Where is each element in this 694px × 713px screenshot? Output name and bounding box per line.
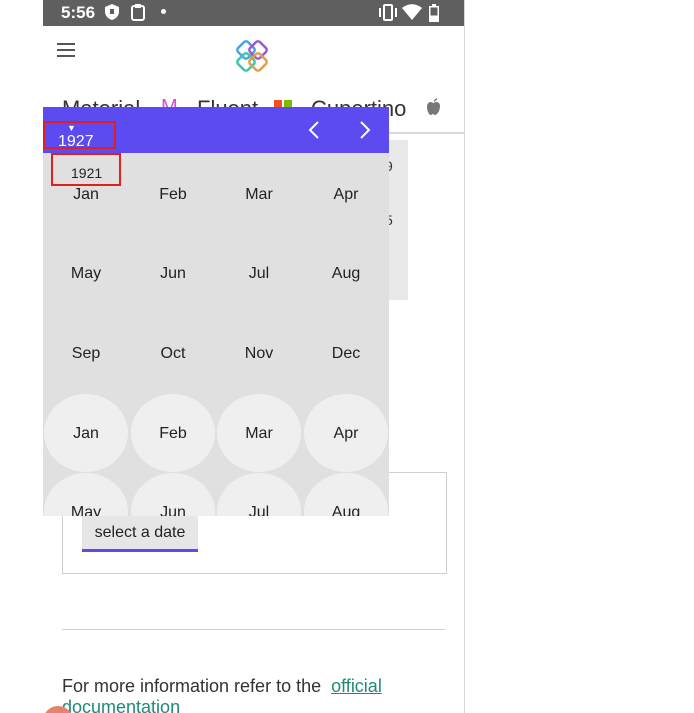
select-date-button[interactable]: select a date [82,516,198,552]
status-bar: 5:56 [43,0,464,26]
month-label: Mar [245,425,273,442]
month-label: Feb [159,186,187,203]
month-cell[interactable]: Apr [304,394,388,472]
month-cell[interactable]: Sep [44,314,128,392]
apple-logo-icon [427,98,440,115]
selection-highlight [43,121,116,149]
battery-icon [429,4,439,22]
month-label: Sep [71,345,101,362]
app-logo-icon [236,40,268,72]
month-cell[interactable]: Aug [304,234,388,312]
month-cell[interactable]: Jun [131,234,215,312]
more-info-label: For more information refer to the [62,676,322,696]
month-cell[interactable]: Oct [131,314,215,392]
month-label: Jul [248,265,270,282]
device-screen: 5:56 Material M Fluent Cupertino 9 5 sel… [43,0,465,713]
more-info-text: For more information refer to the offici… [62,676,464,713]
month-cell[interactable]: Jun [131,473,215,516]
month-cell[interactable]: Jan [44,155,128,233]
month-cell[interactable]: Jul [217,234,301,312]
month-cell[interactable]: Dec [304,314,388,392]
month-label: Jun [160,504,186,516]
month-label: Jan [73,186,99,203]
month-cell[interactable]: Jul [217,473,301,516]
month-cell[interactable]: Feb [131,155,215,233]
shield-icon [105,4,119,20]
status-time: 5:56 [61,3,96,22]
next-icon[interactable] [350,116,378,144]
wifi-icon [402,4,422,20]
month-label: May [70,265,102,282]
month-label: Aug [331,504,361,516]
month-cell[interactable]: Apr [304,155,388,233]
month-cell[interactable]: May [44,234,128,312]
month-cell[interactable]: Feb [131,394,215,472]
month-label: Apr [333,186,359,203]
month-label: Nov [244,345,274,362]
month-label: May [70,504,102,516]
month-label: Aug [331,265,361,282]
month-label: Oct [160,345,186,362]
month-label: Feb [159,425,187,442]
month-cell[interactable]: Nov [217,314,301,392]
month-cell[interactable]: May [44,473,128,516]
month-cell[interactable]: Mar [217,155,301,233]
month-label: Jul [248,504,270,516]
previous-icon[interactable] [301,116,329,144]
month-picker-popup: ▼ 1927 1921 Jan Feb Mar Apr May Jun Jul Aug Sep Oc… [43,107,389,516]
divider [62,629,445,630]
month-label: Jun [160,265,186,282]
app-bar [43,26,464,82]
month-label: Dec [331,345,361,362]
month-cell[interactable]: Aug [304,473,388,516]
month-cell[interactable]: Mar [217,394,301,472]
month-label: Apr [333,425,359,442]
month-label: Mar [245,186,273,203]
month-cell[interactable]: Jan [44,394,128,472]
vibrate-icon [379,4,397,21]
clipboard-icon [131,4,145,21]
dot-icon [161,9,166,14]
month-label: Jan [73,425,99,442]
menu-icon[interactable] [57,43,75,57]
